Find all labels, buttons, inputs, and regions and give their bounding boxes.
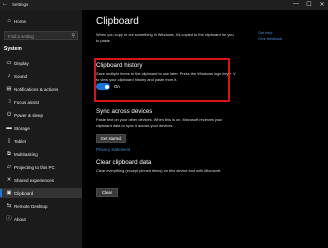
clear-heading: Clear clipboard data — [96, 159, 152, 166]
sidebar-item-notifications[interactable]: ▤ Notifications & actions — [0, 84, 82, 94]
sidebar: ⌂ Home Find a setting ⚲ System ▭ Display… — [0, 10, 82, 248]
toggle-state-label: On — [114, 84, 120, 89]
sidebar-item-tablet[interactable]: ▯ Tablet — [0, 136, 82, 146]
main-content: Clipboard When you copy or cut something… — [82, 10, 328, 248]
clear-description: Clear everything (except pinned items) o… — [96, 168, 221, 173]
remote-desktop-icon: ⇆ — [6, 203, 12, 209]
tablet-icon: ▯ — [7, 138, 11, 144]
sidebar-item-power-sleep[interactable]: ⏻ Power & sleep — [0, 110, 82, 120]
sound-icon: ♪ — [7, 73, 11, 79]
sidebar-item-label: Storage — [14, 125, 30, 131]
sidebar-item-label: Focus assist — [14, 99, 40, 105]
power-icon: ⏻ — [6, 112, 12, 118]
window-title: Settings — [12, 2, 29, 7]
minimize-icon[interactable]: — — [290, 1, 302, 7]
sync-description: Paste text on your other devices. When t… — [96, 117, 223, 128]
settings-window: ← Settings — ☐ ✕ ⌂ Home Find a setting ⚲… — [0, 0, 328, 248]
shared-experiences-icon: ✕ — [6, 177, 12, 183]
multitasking-icon: ⧉ — [7, 151, 11, 157]
sidebar-item-home[interactable]: ⌂ Home — [0, 16, 82, 26]
sidebar-item-projecting[interactable]: ▱ Projecting to this PC — [0, 162, 82, 172]
related-links: Get help Give feedback — [258, 30, 326, 42]
sidebar-item-clipboard[interactable]: ▣ Clipboard — [0, 188, 82, 198]
sidebar-item-multitasking[interactable]: ⧉ Multitasking — [0, 149, 82, 159]
sidebar-item-label: Sound — [14, 73, 28, 79]
sidebar-item-label: Display — [14, 60, 29, 66]
home-icon: ⌂ — [7, 18, 11, 24]
sidebar-item-label: Clipboard — [14, 190, 34, 196]
clipboard-icon: ▣ — [6, 190, 12, 196]
search-input[interactable]: Find a setting ⚲ — [4, 31, 78, 40]
sidebar-item-label: Projecting to this PC — [14, 164, 55, 170]
sidebar-item-label: Notifications & actions — [14, 86, 59, 92]
clipboard-history-description: Save multiple items to the clipboard to … — [96, 71, 236, 82]
sidebar-item-label: Power & sleep — [14, 112, 44, 118]
sidebar-item-shared-experiences[interactable]: ✕ Shared experiences — [0, 175, 82, 185]
back-arrow-icon[interactable]: ← — [2, 1, 8, 7]
sidebar-item-sound[interactable]: ♪ Sound — [0, 71, 82, 81]
give-feedback-link[interactable]: Give feedback — [258, 36, 326, 42]
focus-assist-icon: ☽ — [6, 99, 12, 105]
title-bar: ← Settings — ☐ ✕ — [0, 0, 328, 10]
clipboard-history-toggle[interactable] — [96, 83, 110, 90]
sidebar-item-storage[interactable]: ▬ Storage — [0, 123, 82, 133]
sidebar-item-remote-desktop[interactable]: ⇆ Remote Desktop — [0, 201, 82, 211]
storage-icon: ▬ — [6, 125, 12, 131]
clipboard-history-heading: Clipboard history — [96, 62, 143, 69]
display-icon: ▭ — [6, 60, 12, 66]
clear-button[interactable]: Clear — [96, 188, 118, 197]
privacy-statement-link[interactable]: Privacy statement — [96, 147, 130, 152]
projecting-icon: ▱ — [6, 164, 12, 170]
search-placeholder: Find a setting — [8, 33, 34, 39]
maximize-icon[interactable]: ☐ — [303, 1, 315, 8]
intro-text: When you copy or cut something in Window… — [96, 32, 234, 43]
sync-heading: Sync across devices — [96, 108, 153, 115]
toggle-knob — [104, 84, 109, 89]
get-started-button[interactable]: Get started — [96, 134, 126, 143]
search-icon[interactable]: ⚲ — [71, 33, 75, 39]
sidebar-item-label: Multitasking — [14, 151, 38, 157]
sidebar-item-label: About — [14, 216, 26, 222]
page-title: Clipboard — [96, 16, 139, 27]
sidebar-item-focus-assist[interactable]: ☽ Focus assist — [0, 97, 82, 107]
sidebar-item-display[interactable]: ▭ Display — [0, 58, 82, 68]
about-icon: ⓘ — [6, 216, 12, 222]
sidebar-item-label: Remote Desktop — [14, 203, 48, 209]
sidebar-item-about[interactable]: ⓘ About — [0, 214, 82, 224]
section-label-system: System — [4, 46, 22, 52]
close-icon[interactable]: ✕ — [316, 1, 328, 8]
sidebar-item-label: Tablet — [14, 138, 27, 144]
sidebar-item-label: Home — [14, 18, 27, 24]
notifications-icon: ▤ — [6, 86, 12, 92]
sidebar-item-label: Shared experiences — [14, 177, 55, 183]
